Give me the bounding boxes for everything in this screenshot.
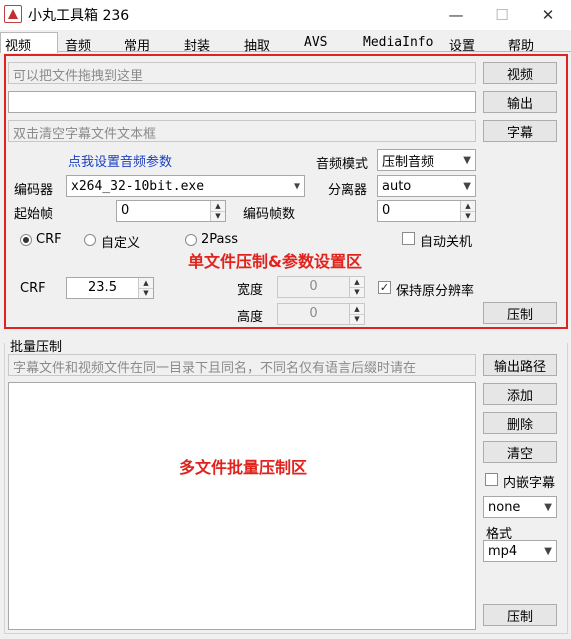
encoder-select[interactable]: x264_32-10bit.exe ▼: [66, 175, 305, 197]
tab-mux[interactable]: 封装: [184, 35, 210, 54]
stepper-down-icon[interactable]: ▼: [350, 286, 364, 297]
chevron-down-icon: ▼: [293, 180, 300, 192]
app-icon: [4, 5, 22, 23]
output-button[interactable]: 输出: [483, 91, 557, 113]
tab-audio[interactable]: 音频: [65, 35, 91, 54]
tab-video[interactable]: 视频: [5, 35, 31, 54]
stepper-down-icon[interactable]: ▼: [211, 210, 225, 221]
demuxer-label: 分离器: [328, 183, 368, 198]
2pass-radio[interactable]: [185, 234, 197, 246]
stepper-down-icon[interactable]: ▼: [350, 313, 364, 324]
audio-params-link[interactable]: 点我设置音频参数: [68, 151, 172, 170]
audio-mode-label: 音频模式: [316, 157, 369, 172]
subtitle-select[interactable]: none ▼: [483, 496, 557, 518]
demuxer-select[interactable]: auto ▼: [377, 175, 476, 197]
audio-mode-select[interactable]: 压制音频 ▼: [377, 149, 476, 171]
close-icon[interactable]: ✕: [525, 0, 571, 30]
compress-batch-button[interactable]: 压制: [483, 604, 557, 626]
add-button[interactable]: 添加: [483, 383, 557, 405]
stepper-up-icon[interactable]: ▲: [211, 201, 225, 211]
tab-avs[interactable]: AVS: [304, 35, 327, 50]
batch-section-annotation: 多文件批量压制区: [179, 458, 308, 477]
encoder-value: x264_32-10bit.exe: [71, 178, 205, 194]
crf-value: 23.5: [88, 280, 117, 295]
chevron-down-icon: ▼: [544, 501, 552, 513]
minimize-icon[interactable]: —: [433, 0, 479, 30]
encoder-label: 编码器: [14, 183, 54, 198]
encode-frames-stepper[interactable]: 0 ▲ ▼: [377, 200, 476, 222]
crf-radio-label: CRF: [36, 232, 62, 247]
stepper-up-icon[interactable]: ▲: [139, 278, 153, 288]
height-value: 0: [309, 306, 318, 321]
subtitle-select-value: none: [488, 499, 521, 515]
demuxer-value: auto: [382, 178, 412, 194]
height-label: 高度: [237, 310, 264, 325]
start-frame-stepper[interactable]: 0 ▲ ▼: [116, 200, 226, 222]
delete-button[interactable]: 删除: [483, 412, 557, 434]
embed-subtitle-label: 内嵌字幕: [503, 476, 556, 491]
audio-mode-value: 压制音频: [382, 154, 435, 170]
tab-common[interactable]: 常用: [124, 35, 150, 54]
batch-file-list[interactable]: [8, 382, 476, 630]
auto-shutdown-label: 自动关机: [420, 235, 473, 250]
crf-stepper[interactable]: 23.5 ▲ ▼: [66, 277, 154, 299]
crf-label: CRF: [20, 281, 46, 296]
clear-button[interactable]: 清空: [483, 441, 557, 463]
width-label: 宽度: [237, 283, 264, 298]
stepper-down-icon[interactable]: ▼: [461, 210, 475, 221]
width-stepper[interactable]: 0 ▲ ▼: [277, 276, 365, 298]
chevron-down-icon: ▼: [463, 154, 471, 166]
chevron-down-icon: ▼: [544, 545, 552, 557]
output-file-input[interactable]: [8, 91, 476, 113]
embed-subtitle-checkbox[interactable]: [485, 473, 498, 486]
stepper-up-icon[interactable]: ▲: [350, 277, 364, 287]
keep-resolution-label: 保持原分辨率: [396, 284, 475, 299]
video-file-input[interactable]: 可以把文件拖拽到这里: [8, 62, 476, 84]
height-stepper[interactable]: 0 ▲ ▼: [277, 303, 365, 325]
tab-extract[interactable]: 抽取: [244, 35, 270, 54]
subtitle-file-input[interactable]: 双击清空字幕文件文本框: [8, 120, 476, 142]
tab-settings[interactable]: 设置: [449, 35, 475, 54]
encode-frames-value: 0: [382, 203, 391, 218]
keep-resolution-checkbox[interactable]: ✓: [378, 281, 391, 294]
encode-frames-label: 编码帧数: [243, 207, 296, 222]
single-section-annotation: 单文件压制&参数设置区: [188, 252, 362, 271]
crf-radio[interactable]: [20, 234, 32, 246]
chevron-down-icon: ▼: [463, 180, 471, 192]
window-title: 小丸工具箱 236: [28, 8, 130, 24]
stepper-up-icon[interactable]: ▲: [350, 304, 364, 314]
start-frame-value: 0: [121, 203, 130, 218]
maximize-icon[interactable]: ☐: [479, 0, 525, 30]
subtitle-button[interactable]: 字幕: [483, 120, 557, 142]
start-frame-label: 起始帧: [14, 207, 54, 222]
format-select[interactable]: mp4 ▼: [483, 540, 557, 562]
stepper-up-icon[interactable]: ▲: [461, 201, 475, 211]
compress-single-button[interactable]: 压制: [483, 302, 557, 324]
custom-radio[interactable]: [84, 234, 96, 246]
title-bar: 小丸工具箱 236 — ☐ ✕: [0, 0, 571, 30]
stepper-down-icon[interactable]: ▼: [139, 287, 153, 298]
format-select-value: mp4: [488, 543, 518, 559]
video-button[interactable]: 视频: [483, 62, 557, 84]
width-value: 0: [309, 279, 318, 294]
tab-mediainfo[interactable]: MediaInfo: [363, 35, 433, 50]
custom-radio-label: 自定义: [101, 236, 141, 251]
tab-help[interactable]: 帮助: [508, 35, 534, 54]
batch-hint-input[interactable]: 字幕文件和视频文件在同一目录下且同名，不同名仅有语言后缀时请在: [8, 354, 476, 376]
2pass-radio-label: 2Pass: [201, 232, 239, 247]
auto-shutdown-checkbox[interactable]: [402, 232, 415, 245]
output-path-button[interactable]: 输出路径: [483, 354, 557, 376]
